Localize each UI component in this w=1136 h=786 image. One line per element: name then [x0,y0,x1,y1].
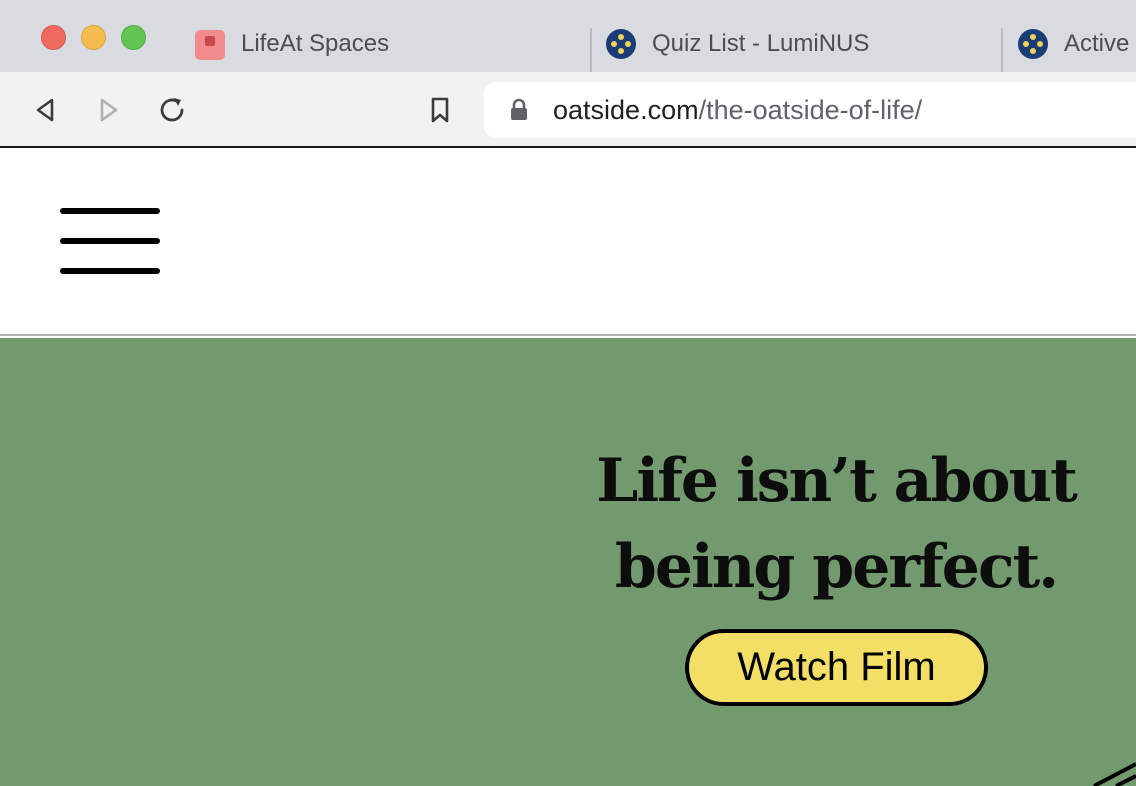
reload-button[interactable] [156,94,188,126]
tab-title: Active [1064,30,1130,57]
address-bar[interactable]: oatside.com/the-oatside-of-life/ [484,82,1136,138]
tab-active[interactable]: Active [1018,22,1136,66]
tab-title: LifeAt Spaces [241,30,390,57]
site-header [0,150,1136,336]
hero-headline: Life isn’t about being perfect. [560,438,1112,610]
headline-line-1: Life isn’t about [596,446,1078,516]
tab-quiz-list[interactable]: Quiz List - LumiNUS [606,22,1001,66]
close-window-button[interactable] [41,25,66,50]
back-button[interactable] [30,94,62,126]
url-path: /the-oatside-of-life/ [698,94,923,125]
tab-divider [1001,28,1003,72]
browser-window: LifeAt Spaces Quiz List - LumiNUS Active [0,0,1136,786]
headline-line-2: being perfect. [614,532,1059,602]
tab-strip: LifeAt Spaces Quiz List - LumiNUS Active [0,0,1136,72]
decorative-illustration [1093,762,1136,786]
browser-toolbar: oatside.com/the-oatside-of-life/ [0,72,1136,148]
tab-lifeat-spaces[interactable]: LifeAt Spaces [195,22,590,66]
bookmark-button[interactable] [424,94,456,126]
bookmark-icon [431,97,449,123]
reload-icon [160,98,184,122]
zoom-window-button[interactable] [121,25,146,50]
hamburger-menu-icon[interactable] [60,208,160,276]
lifeat-favicon-icon [195,30,225,60]
tab-title: Quiz List - LumiNUS [652,30,870,57]
luminus-favicon-icon [606,29,636,59]
back-arrow-icon [36,98,54,122]
url-domain: oatside.com [553,94,699,125]
luminus-favicon-icon [1018,29,1048,59]
hero-section: Life isn’t about being perfect. Watch Fi… [0,338,1136,786]
forward-arrow-icon [100,98,118,122]
url-text: oatside.com/the-oatside-of-life/ [553,95,922,126]
lock-icon [511,98,527,120]
tab-divider [590,28,592,72]
forward-button[interactable] [92,94,124,126]
watch-film-button[interactable]: Watch Film [685,629,988,706]
minimize-window-button[interactable] [81,25,106,50]
